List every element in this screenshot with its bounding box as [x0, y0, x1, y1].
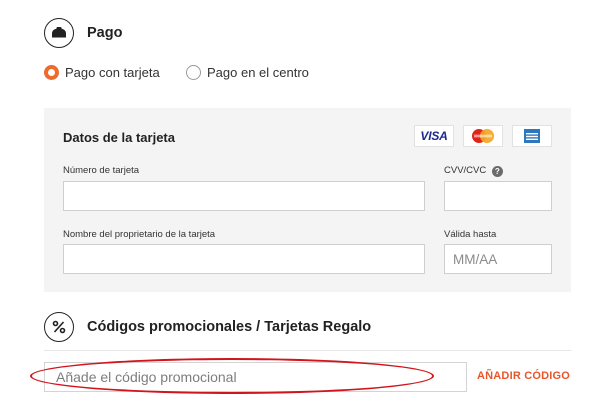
radio-pay-center-label: Pago en el centro	[207, 65, 309, 80]
payment-section-title: Pago	[87, 25, 123, 41]
cardholder-name-input[interactable]	[63, 244, 425, 274]
amex-logo-icon	[512, 125, 552, 147]
visa-logo-icon: VISA	[414, 125, 454, 147]
radio-pay-card[interactable]: Pago con tarjeta	[44, 65, 160, 80]
card-number-input[interactable]	[63, 181, 425, 211]
cvv-input[interactable]	[444, 181, 552, 211]
cvv-label: CVV/CVC	[444, 165, 487, 176]
radio-pay-card-label: Pago con tarjeta	[65, 65, 160, 80]
radio-unchecked-icon[interactable]	[186, 65, 201, 80]
wallet-icon	[44, 18, 74, 48]
card-number-label: Número de tarjeta	[63, 165, 140, 176]
cardholder-name-label: Nombre del proprietario de la tarjeta	[63, 229, 216, 240]
radio-pay-center[interactable]: Pago en el centro	[186, 65, 309, 80]
expiry-label: Válida hasta	[444, 229, 497, 240]
card-details-title: Datos de la tarjeta	[63, 130, 175, 145]
mastercard-logo-icon	[463, 125, 503, 147]
apply-code-button[interactable]: AÑADIR CÓDIGO	[477, 370, 570, 382]
radio-checked-icon[interactable]	[44, 65, 59, 80]
percent-icon	[44, 312, 74, 342]
expiry-input[interactable]	[444, 244, 552, 274]
divider	[44, 350, 571, 351]
cvv-label-row: CVV/CVC ?	[444, 165, 503, 177]
promo-section-title: Códigos promocionales / Tarjetas Regalo	[87, 319, 372, 335]
promo-code-input[interactable]	[44, 362, 467, 392]
help-icon[interactable]: ?	[491, 166, 503, 177]
